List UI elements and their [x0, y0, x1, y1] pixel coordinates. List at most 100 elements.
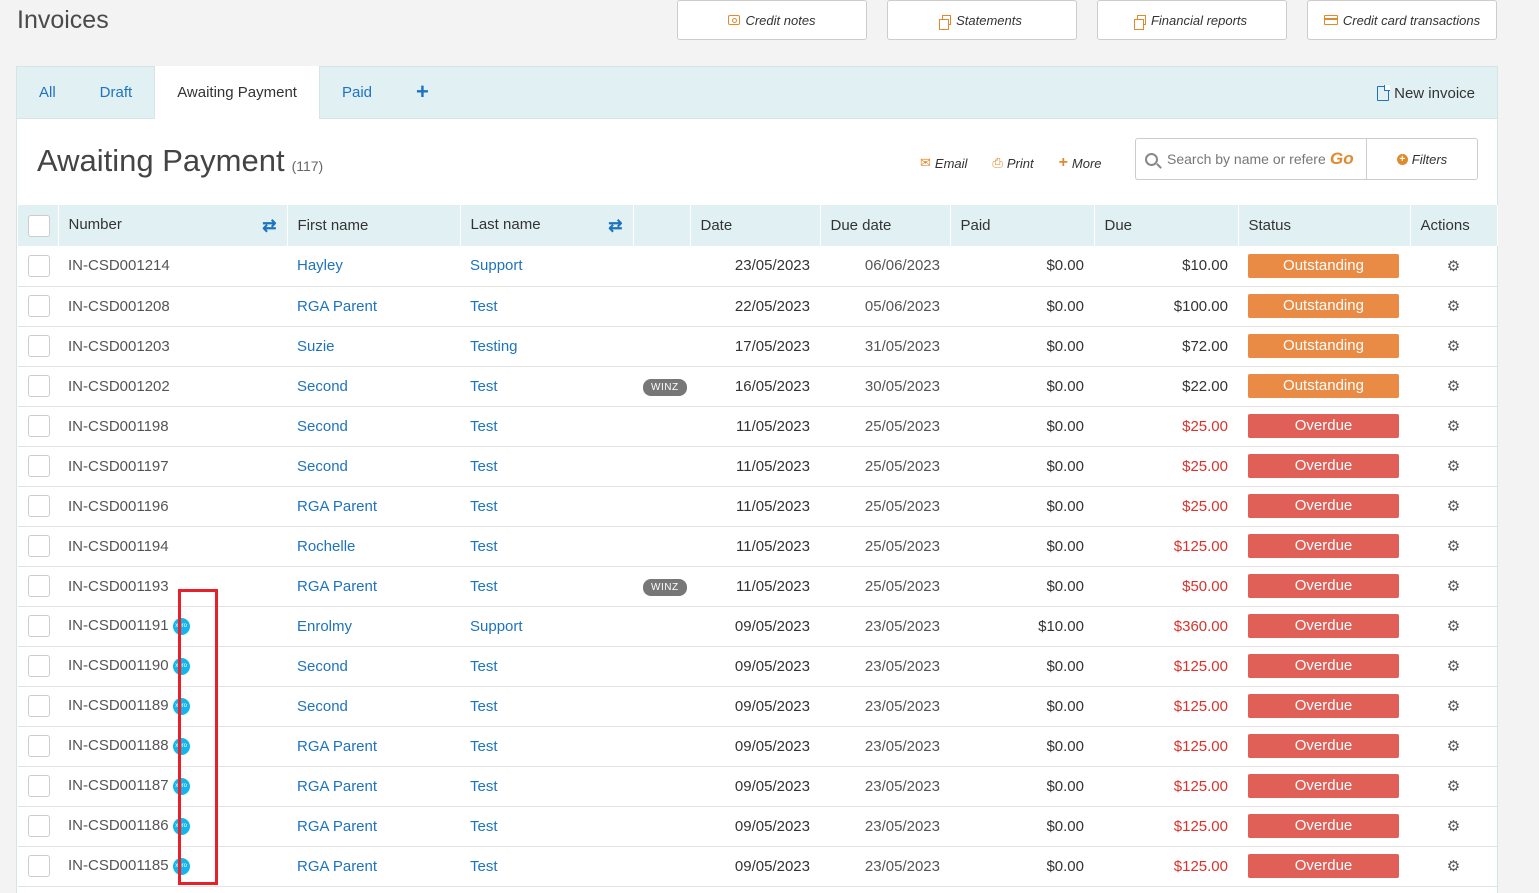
- gear-icon[interactable]: ⚙: [1447, 658, 1460, 675]
- financial-reports-button[interactable]: Financial reports: [1097, 0, 1287, 40]
- row-checkbox[interactable]: [28, 575, 50, 597]
- invoice-number[interactable]: IN-CSD001214: [68, 257, 170, 274]
- table-row[interactable]: IN-CSD001188 xero RGA Parent Test 09/05/2023…: [18, 726, 1497, 767]
- first-name-link[interactable]: RGA Parent: [297, 738, 377, 755]
- table-row[interactable]: IN-CSD001191 xero Enrolmy Support 09/05/2023…: [18, 606, 1497, 647]
- new-invoice-button[interactable]: New invoice: [1377, 67, 1475, 119]
- row-checkbox[interactable]: [28, 535, 50, 557]
- more-button[interactable]: + More: [1059, 154, 1102, 172]
- invoice-number[interactable]: IN-CSD001203: [68, 338, 170, 355]
- invoice-number[interactable]: IN-CSD001189: [68, 697, 169, 714]
- first-name-link[interactable]: Second: [297, 378, 348, 395]
- credit-notes-button[interactable]: Credit notes: [677, 0, 867, 40]
- last-name-link[interactable]: Test: [470, 418, 498, 435]
- gear-icon[interactable]: ⚙: [1447, 538, 1460, 555]
- select-all-checkbox[interactable]: [28, 214, 50, 237]
- column-header-status[interactable]: Status: [1238, 205, 1411, 246]
- first-name-link[interactable]: Second: [297, 658, 348, 675]
- invoice-number[interactable]: IN-CSD001185: [68, 857, 169, 874]
- column-header-due-date[interactable]: Due date: [820, 205, 951, 246]
- last-name-link[interactable]: Test: [470, 658, 498, 675]
- last-name-link[interactable]: Support: [470, 257, 523, 274]
- last-name-link[interactable]: Test: [470, 818, 498, 835]
- column-header-date[interactable]: Date: [690, 205, 821, 246]
- first-name-link[interactable]: Second: [297, 418, 348, 435]
- table-row[interactable]: IN-CSD001196 RGA Parent Test 11/05/2023 25/0…: [18, 486, 1497, 527]
- invoice-number[interactable]: IN-CSD001188: [68, 737, 169, 754]
- gear-icon[interactable]: ⚙: [1447, 738, 1460, 755]
- column-header-last-name[interactable]: Last name ⇄: [460, 205, 634, 246]
- first-name-link[interactable]: Hayley: [297, 257, 343, 274]
- gear-icon[interactable]: ⚙: [1447, 698, 1460, 715]
- gear-icon[interactable]: ⚙: [1447, 818, 1460, 835]
- row-checkbox[interactable]: [28, 655, 50, 677]
- invoice-number[interactable]: IN-CSD001193: [68, 578, 169, 595]
- gear-icon[interactable]: ⚙: [1447, 418, 1460, 435]
- first-name-link[interactable]: RGA Parent: [297, 498, 377, 515]
- invoice-number[interactable]: IN-CSD001198: [68, 418, 169, 435]
- invoice-number[interactable]: IN-CSD001208: [68, 298, 170, 315]
- first-name-link[interactable]: Second: [297, 698, 348, 715]
- last-name-link[interactable]: Testing: [470, 338, 518, 355]
- tab-draft[interactable]: Draft: [78, 66, 155, 118]
- gear-icon[interactable]: ⚙: [1447, 578, 1460, 595]
- invoice-number[interactable]: IN-CSD001202: [68, 378, 170, 395]
- row-checkbox[interactable]: [28, 495, 50, 517]
- gear-icon[interactable]: ⚙: [1447, 778, 1460, 795]
- column-header-first-name[interactable]: First name: [287, 205, 461, 246]
- first-name-link[interactable]: Suzie: [297, 338, 335, 355]
- invoice-number[interactable]: IN-CSD001194: [68, 538, 169, 555]
- invoice-number[interactable]: IN-CSD001186: [68, 817, 169, 834]
- gear-icon[interactable]: ⚙: [1447, 498, 1460, 515]
- gear-icon[interactable]: ⚙: [1447, 338, 1460, 355]
- statements-button[interactable]: Statements: [887, 0, 1077, 40]
- row-checkbox[interactable]: [28, 695, 50, 717]
- table-row[interactable]: IN-CSD001194 Rochelle Test 11/05/2023 25/05/…: [18, 526, 1497, 567]
- tab-awaiting-payment[interactable]: Awaiting Payment: [154, 66, 320, 119]
- first-name-link[interactable]: Enrolmy: [297, 618, 352, 635]
- gear-icon[interactable]: ⚙: [1447, 458, 1460, 475]
- invoice-number[interactable]: IN-CSD001197: [68, 458, 169, 475]
- last-name-link[interactable]: Test: [470, 298, 498, 315]
- table-row[interactable]: IN-CSD001185 xero RGA Parent Test 09/05/2023…: [18, 846, 1497, 887]
- row-checkbox[interactable]: [28, 375, 50, 397]
- table-row[interactable]: IN-CSD001202 Second Test WINZ 16/05/2023 30/0…: [18, 366, 1497, 407]
- swap-sort-icon[interactable]: ⇄: [608, 216, 622, 236]
- row-checkbox[interactable]: [28, 415, 50, 437]
- row-checkbox[interactable]: [28, 735, 50, 757]
- row-checkbox[interactable]: [28, 335, 50, 357]
- first-name-link[interactable]: RGA Parent: [297, 858, 377, 875]
- swap-sort-icon[interactable]: ⇄: [262, 216, 276, 236]
- table-row[interactable]: IN-CSD001189 xero Second Test 09/05/2023 23/0…: [18, 686, 1497, 727]
- table-row[interactable]: IN-CSD001197 Second Test 11/05/2023 25/05/20…: [18, 446, 1497, 487]
- first-name-link[interactable]: RGA Parent: [297, 818, 377, 835]
- table-row[interactable]: IN-CSD001187 xero RGA Parent Test 09/05/2023…: [18, 766, 1497, 807]
- last-name-link[interactable]: Test: [470, 738, 498, 755]
- tab-paid[interactable]: Paid: [320, 66, 394, 118]
- invoice-number[interactable]: IN-CSD001196: [68, 498, 169, 515]
- table-row[interactable]: IN-CSD001190 xero Second Test 09/05/2023 23/0…: [18, 646, 1497, 687]
- search-input[interactable]: [1167, 151, 1325, 167]
- table-row[interactable]: IN-CSD001208 RGA Parent Test 22/05/2023 05/0…: [18, 286, 1497, 327]
- table-row[interactable]: IN-CSD001198 Second Test 11/05/2023 25/05/20…: [18, 406, 1497, 447]
- last-name-link[interactable]: Test: [470, 378, 498, 395]
- table-row[interactable]: IN-CSD001214 Hayley Support 23/05/2023 06/06…: [18, 246, 1497, 287]
- first-name-link[interactable]: RGA Parent: [297, 778, 377, 795]
- first-name-link[interactable]: RGA Parent: [297, 578, 377, 595]
- invoice-number[interactable]: IN-CSD001190: [68, 657, 169, 674]
- email-button[interactable]: ✉ Email: [920, 154, 967, 172]
- last-name-link[interactable]: Test: [470, 858, 498, 875]
- filters-button[interactable]: + Filters: [1366, 138, 1478, 180]
- gear-icon[interactable]: ⚙: [1447, 618, 1460, 635]
- column-header-due[interactable]: Due: [1094, 205, 1239, 246]
- gear-icon[interactable]: ⚙: [1447, 858, 1460, 875]
- first-name-link[interactable]: Rochelle: [297, 538, 355, 555]
- gear-icon[interactable]: ⚙: [1447, 258, 1460, 275]
- print-button[interactable]: ⎙ Print: [992, 154, 1033, 172]
- add-tab-button[interactable]: +: [394, 66, 451, 118]
- credit-card-transactions-button[interactable]: Credit card transactions: [1307, 0, 1497, 40]
- invoice-number[interactable]: IN-CSD001191: [68, 617, 169, 634]
- first-name-link[interactable]: RGA Parent: [297, 298, 377, 315]
- gear-icon[interactable]: ⚙: [1447, 298, 1460, 315]
- table-row[interactable]: IN-CSD001203 Suzie Testing 17/05/2023 31/05/…: [18, 326, 1497, 367]
